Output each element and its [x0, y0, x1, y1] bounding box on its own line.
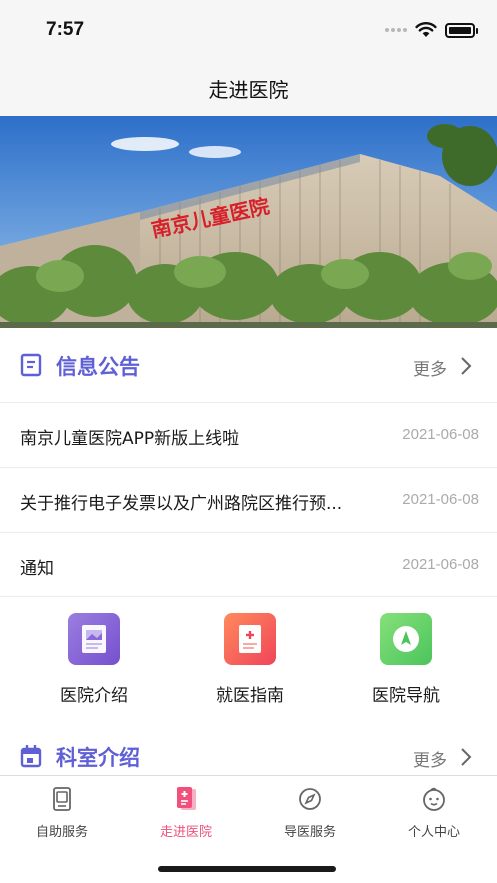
compass-icon: [299, 788, 321, 810]
hospital-intro-label: 医院介绍: [60, 686, 128, 706]
departments-title: 科室介绍: [56, 746, 140, 770]
notice-item[interactable]: 通知 2021-06-08: [0, 532, 497, 597]
navigation-compass-icon: [380, 613, 432, 665]
tab-guide-service[interactable]: 导医服务: [248, 786, 372, 840]
home-indicator[interactable]: [158, 866, 336, 872]
calendar-icon: [20, 745, 42, 768]
self-service-icon: [53, 787, 71, 811]
departments-more-button[interactable]: 更多: [413, 746, 447, 771]
notices-more-button[interactable]: 更多: [413, 355, 447, 380]
notice-title: 关于推行电子发票以及广州路院区推行预...: [20, 494, 343, 514]
tab-self-service[interactable]: 自助服务: [0, 786, 124, 840]
chevron-right-icon[interactable]: [459, 747, 473, 767]
page-title: 走进医院: [208, 78, 289, 102]
tab-hospital[interactable]: 走进医院: [124, 786, 248, 840]
hospital-icon: [177, 787, 196, 810]
tab-hospital-label: 走进医院: [159, 825, 212, 840]
medical-guide-shortcut[interactable]: 就医指南: [180, 613, 320, 706]
hospital-navigation-label: 医院导航: [372, 686, 440, 706]
signal-icon: [385, 28, 407, 32]
hospital-intro-shortcut[interactable]: 医院介绍: [24, 613, 164, 706]
battery-icon: [445, 22, 478, 38]
hospital-navigation-shortcut[interactable]: 医院导航: [336, 613, 476, 706]
tab-self-service-label: 自助服务: [35, 825, 88, 840]
notice-title: 通知: [20, 559, 54, 579]
tab-personal-center[interactable]: 个人中心: [372, 786, 496, 840]
medical-guide-label: 就医指南: [216, 686, 284, 706]
departments-header: 科室介绍 更多: [0, 722, 497, 774]
notices-header: 信息公告 更多: [0, 328, 497, 400]
notices-title: 信息公告: [56, 355, 140, 379]
wifi-icon: [415, 22, 437, 37]
notice-title: 南京儿童医院APP新版上线啦: [20, 429, 240, 449]
notice-item[interactable]: 南京儿童医院APP新版上线啦 2021-06-08: [0, 402, 497, 467]
notice-document-icon: [20, 353, 42, 377]
hospital-banner-image[interactable]: 南京儿童医院: [0, 116, 497, 328]
notice-item[interactable]: 关于推行电子发票以及广州路院区推行预... 2021-06-08: [0, 467, 497, 532]
tab-personal-center-label: 个人中心: [407, 825, 460, 840]
document-image-icon: [68, 613, 120, 665]
navigation-bar: 走进医院: [0, 60, 497, 116]
status-icons: [385, 22, 478, 38]
status-bar: 7:57: [0, 0, 497, 60]
notice-date: 2021-06-08: [402, 491, 479, 508]
chevron-right-icon[interactable]: [459, 356, 473, 376]
tab-guide-service-label: 导医服务: [283, 825, 336, 840]
status-time: 7:57: [46, 19, 85, 40]
baby-face-icon: [423, 787, 445, 811]
medical-record-icon: [224, 613, 276, 665]
notice-date: 2021-06-08: [402, 556, 479, 573]
notice-date: 2021-06-08: [402, 426, 479, 443]
